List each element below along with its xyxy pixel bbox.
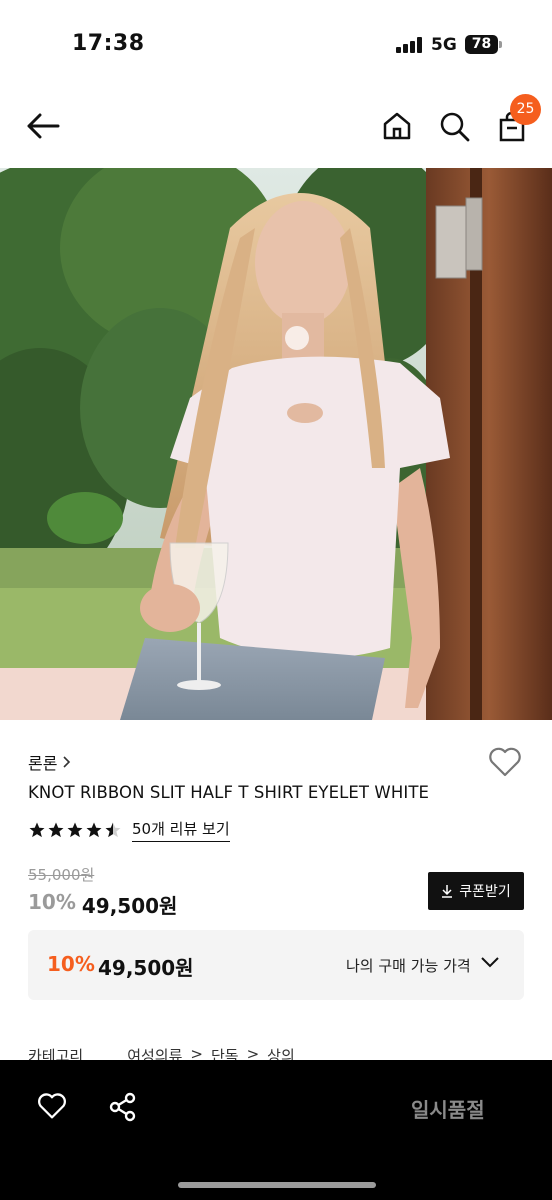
my-price-panel[interactable]: 10% 49,500원 나의 구매 가능 가격 <box>28 930 524 1000</box>
product-photo[interactable] <box>0 168 552 720</box>
star-icon <box>86 822 102 838</box>
product-name: KNOT RIBBON SLIT HALF T SHIRT EYELET WHI… <box>28 783 430 802</box>
star-icon <box>48 822 64 838</box>
network-type: 5G <box>431 35 457 55</box>
home-indicator <box>178 1182 376 1188</box>
discount-percent: 10% <box>28 890 76 914</box>
battery-nub <box>499 41 502 48</box>
heart-icon[interactable] <box>37 1092 67 1124</box>
battery-icon: 78 <box>465 35 498 54</box>
half-star-icon <box>105 822 121 838</box>
sale-price-row: 10% 49,500원 <box>28 890 177 919</box>
home-icon[interactable] <box>382 111 412 145</box>
back-arrow-icon[interactable] <box>26 112 60 144</box>
coupon-label: 쿠폰받기 <box>459 884 511 900</box>
cart-count-badge: 25 <box>510 94 541 125</box>
original-price: 55,000원 <box>28 866 95 884</box>
top-nav <box>0 84 552 168</box>
sale-price: 49,500원 <box>81 894 178 918</box>
bottom-action-bar: 일시품절 <box>0 1060 552 1200</box>
download-icon <box>442 885 453 898</box>
search-icon[interactable] <box>439 111 471 147</box>
my-price-label: 나의 구매 가능 가격 <box>346 957 471 975</box>
my-price-amount: 49,500원 <box>98 956 194 980</box>
chevron-right-icon <box>63 756 71 768</box>
star-icon <box>67 822 83 838</box>
coupon-button[interactable]: 쿠폰받기 <box>428 872 524 910</box>
share-icon[interactable] <box>108 1092 138 1126</box>
status-time: 17:38 <box>72 31 145 56</box>
brand-name: 론론 <box>28 754 58 773</box>
wishlist-heart-icon[interactable] <box>488 746 522 778</box>
chevron-down-icon[interactable] <box>480 956 500 968</box>
status-bar: 17:38 5G 78 <box>0 0 552 84</box>
star-icon <box>29 822 45 838</box>
brand-link[interactable]: 론론 <box>28 750 71 774</box>
soldout-button[interactable]: 일시품절 <box>411 1094 485 1123</box>
star-rating <box>28 821 122 839</box>
rating-row: 50개 리뷰 보기 <box>28 818 230 842</box>
product-photo-image <box>0 168 552 720</box>
review-link[interactable]: 50개 리뷰 보기 <box>132 818 230 842</box>
signal-icon <box>396 37 424 53</box>
my-price-discount: 10% <box>47 952 95 976</box>
